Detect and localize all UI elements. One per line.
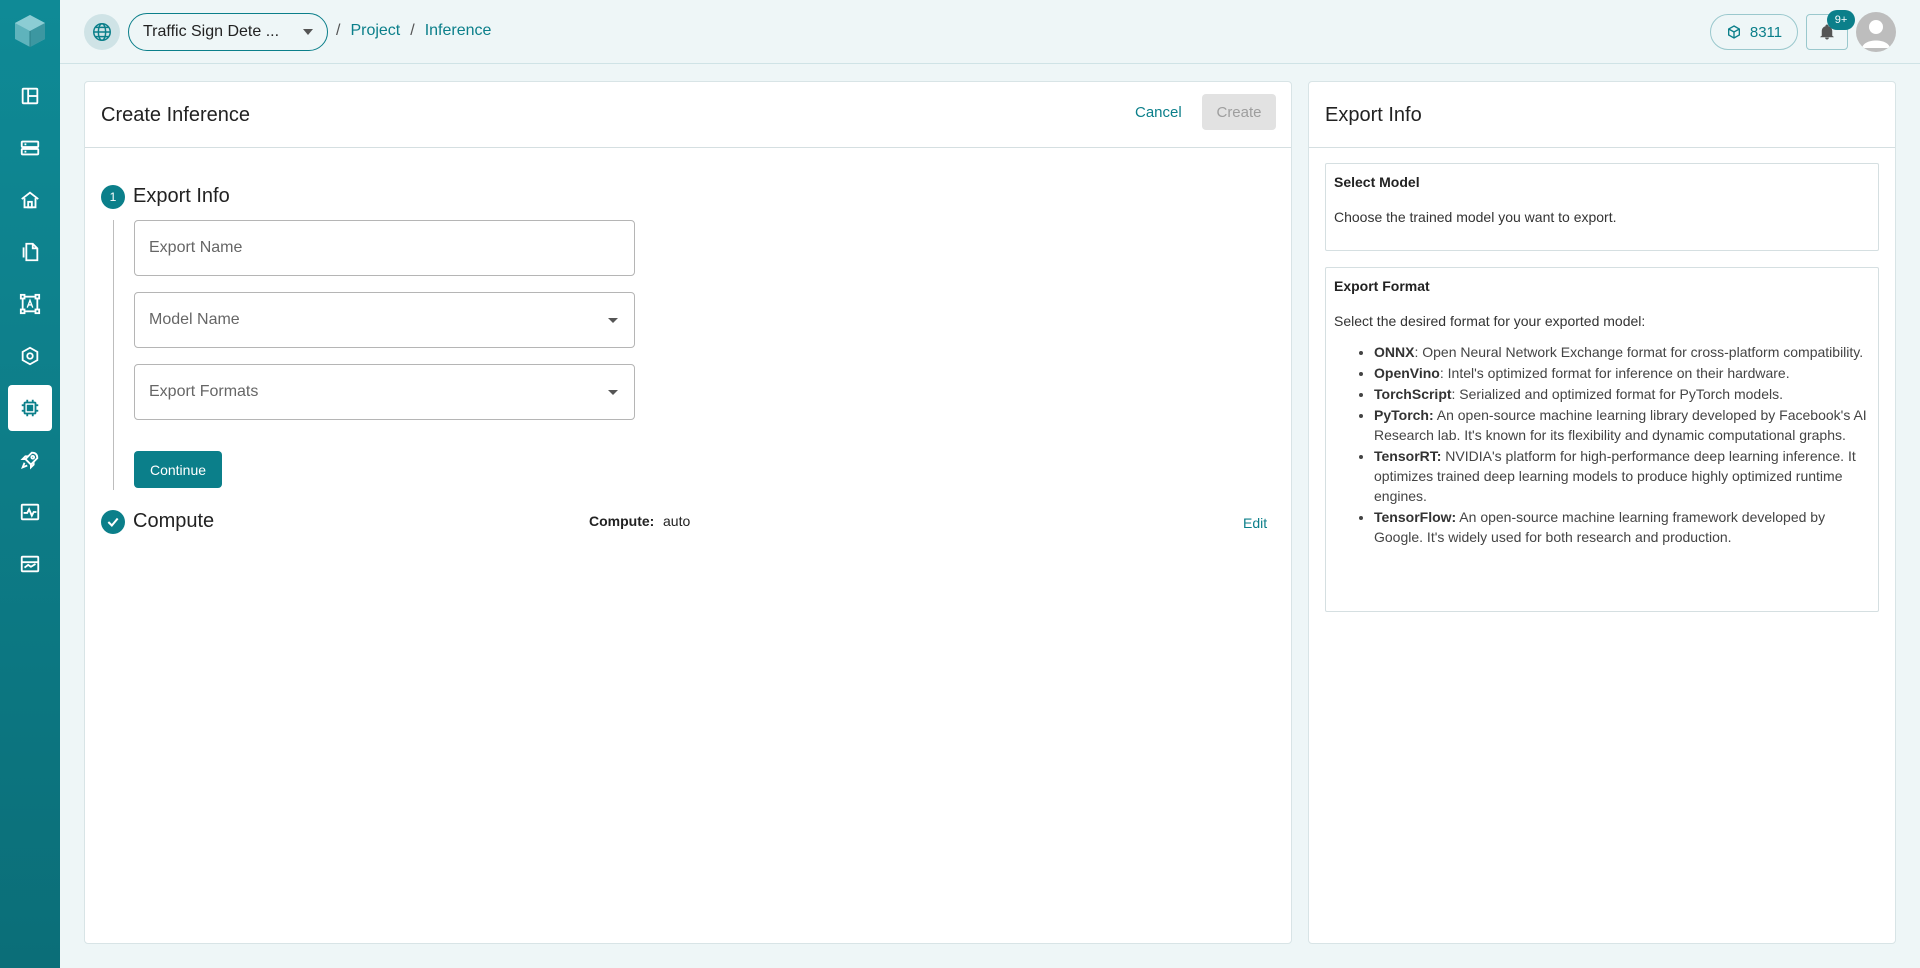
rocket-icon — [20, 451, 39, 470]
check-icon — [107, 517, 119, 528]
compute-value: auto — [663, 513, 691, 529]
list-item: PyTorch: An open-source machine learning… — [1374, 405, 1870, 445]
files-icon — [22, 242, 39, 262]
breadcrumb-project[interactable]: Project — [350, 22, 400, 40]
sidebar-item-files[interactable] — [8, 229, 52, 275]
chevron-down-icon — [303, 29, 313, 35]
chip-icon — [21, 399, 39, 417]
list-item: OpenVino: Intel's optimized format for i… — [1374, 363, 1870, 383]
chevron-down-icon — [608, 390, 618, 395]
edit-compute-button[interactable]: Edit — [1243, 515, 1267, 531]
list-item: TorchScript: Serialized and optimized fo… — [1374, 384, 1870, 404]
panel-header: Create Inference Cancel Create — [85, 82, 1291, 148]
user-icon — [1862, 20, 1890, 48]
cube-logo-icon[interactable] — [14, 14, 46, 48]
breadcrumb-separator: / — [336, 22, 341, 39]
sidebar-item-layout[interactable] — [8, 73, 52, 119]
monitor-icon — [20, 503, 40, 521]
sidebar-item-home[interactable] — [8, 177, 52, 223]
list-item: TensorFlow: An open-source machine learn… — [1374, 507, 1870, 547]
model-name-placeholder: Model Name — [149, 311, 240, 328]
project-select-value: Traffic Sign Dete ... — [143, 23, 280, 40]
dashboard-icon — [20, 555, 40, 573]
notifications-badge: 9+ — [1827, 10, 1855, 30]
sidebar-item-storage[interactable] — [8, 125, 52, 171]
cube-icon — [1727, 25, 1740, 39]
cancel-button[interactable]: Cancel — [1135, 104, 1182, 121]
side-panel-title: Export Info — [1325, 104, 1422, 126]
step-number: 1 — [101, 185, 125, 209]
create-inference-panel: Create Inference Cancel Create 1 Export … — [84, 81, 1292, 944]
select-model-text: Choose the trained model you want to exp… — [1334, 209, 1617, 225]
compute-label: Compute: — [589, 513, 655, 529]
export-name-input[interactable]: Export Name — [134, 220, 635, 276]
step-complete-icon — [101, 510, 125, 534]
export-name-placeholder: Export Name — [149, 239, 243, 256]
select-model-heading: Select Model — [1334, 174, 1420, 190]
step-title-compute: Compute — [133, 510, 215, 532]
export-formats-placeholder: Export Formats — [149, 383, 259, 400]
breadcrumb-inference[interactable]: Inference — [425, 22, 492, 40]
project-select[interactable]: Traffic Sign Dete ... — [128, 13, 328, 51]
model-name-select[interactable]: Model Name — [134, 292, 635, 348]
workspace-button[interactable] — [84, 14, 120, 50]
select-model-info: Select Model Choose the trained model yo… — [1325, 163, 1879, 251]
export-formats-select[interactable]: Export Formats — [134, 364, 635, 420]
avatar[interactable] — [1856, 12, 1896, 52]
sidebar-item-dashboard[interactable] — [8, 541, 52, 587]
sidebar-item-annotate[interactable] — [8, 281, 52, 327]
page-title: Create Inference — [101, 104, 250, 126]
list-item: ONNX: Open Neural Network Exchange forma… — [1374, 342, 1870, 362]
sidebar-item-deploy[interactable] — [8, 437, 52, 483]
side-panel-header: Export Info — [1309, 82, 1895, 148]
layout-icon — [21, 87, 39, 105]
create-button[interactable]: Create — [1202, 94, 1276, 130]
globe-icon — [93, 23, 111, 41]
model-icon — [21, 346, 39, 366]
step-title-export-info: Export Info — [133, 185, 230, 207]
export-format-info: Export Format Select the desired format … — [1325, 267, 1879, 612]
continue-button[interactable]: Continue — [134, 451, 222, 488]
export-info-panel: Export Info Select Model Choose the trai… — [1308, 81, 1896, 944]
credits-count: 8311 — [1749, 23, 1783, 41]
chevron-down-icon — [608, 318, 618, 323]
export-format-heading: Export Format — [1334, 278, 1430, 294]
home-icon — [21, 191, 39, 209]
credits-button[interactable]: 8311 — [1710, 14, 1798, 50]
sidebar-item-models[interactable] — [8, 333, 52, 379]
export-format-list: ONNX: Open Neural Network Exchange forma… — [1334, 342, 1870, 547]
list-item: TensorRT: NVIDIA's platform for high-per… — [1374, 446, 1870, 506]
sidebar — [0, 0, 60, 968]
storage-icon — [20, 140, 40, 156]
breadcrumb-separator: / — [410, 22, 415, 39]
export-format-text: Select the desired format for your expor… — [1334, 313, 1646, 329]
sidebar-item-monitor[interactable] — [8, 489, 52, 535]
annotate-icon — [19, 293, 41, 315]
sidebar-item-inference[interactable] — [8, 385, 52, 431]
breadcrumb: / Project / Inference — [336, 22, 491, 40]
step-connector — [113, 220, 114, 490]
top-header: Traffic Sign Dete ... / Project / Infere… — [60, 0, 1920, 64]
